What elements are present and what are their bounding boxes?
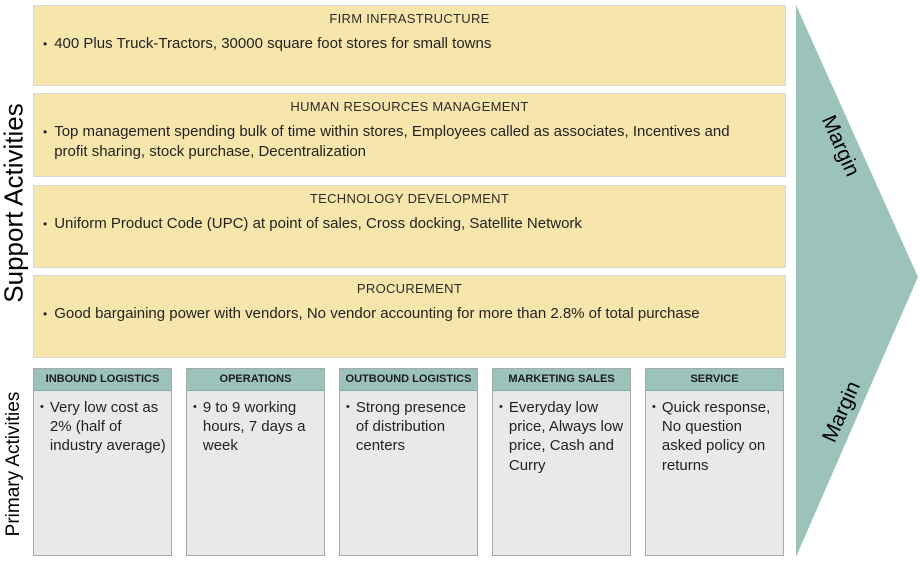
band-bullet-text: Top management spending bulk of time wit… (54, 123, 730, 161)
band-technology-development: TECHNOLOGY DEVELOPMENT • Uniform Product… (33, 185, 786, 268)
band-title: FIRM INFRASTRUCTURE (329, 11, 490, 26)
column-bullet-text: Quick response, No question asked policy… (661, 399, 771, 474)
bullet-icon: • (43, 37, 48, 51)
column-inbound-logistics: INBOUND LOGISTICS • Very low cost as 2% … (33, 368, 172, 556)
primary-activities-axis-label: Primary Activities (3, 391, 24, 537)
bullet-row: • Everyday low price, Always low price, … (493, 398, 630, 475)
bullet-row: • Quick response, No question asked poli… (646, 398, 783, 475)
column-operations: OPERATIONS • 9 to 9 working hours, 7 day… (186, 368, 325, 556)
bullet-row: • Very low cost as 2% (half of industry … (34, 398, 171, 456)
bullet-icon: • (499, 401, 503, 413)
column-bullet-text: Very low cost as 2% (half of industry av… (49, 399, 166, 455)
value-chain-diagram: Support Activities Primary Activities FI… (0, 0, 920, 561)
column-bullet-text: 9 to 9 working hours, 7 days a week (202, 399, 306, 455)
column-marketing-sales: MARKETING SALES • Everyday low price, Al… (492, 368, 631, 556)
band-firm-infrastructure: FIRM INFRASTRUCTURE • 400 Plus Truck-Tra… (33, 5, 786, 86)
band-procurement: PROCUREMENT • Good bargaining power with… (33, 275, 786, 358)
band-title: HUMAN RESOURCES MANAGEMENT (290, 99, 529, 114)
bullet-icon: • (43, 217, 48, 231)
band-human-resources-management: HUMAN RESOURCES MANAGEMENT • Top managem… (33, 93, 786, 177)
bullet-icon: • (652, 401, 656, 413)
band-bullet-text: Good bargaining power with vendors, No v… (54, 305, 700, 322)
bullet-row: • Uniform Product Code (UPC) at point of… (34, 214, 785, 234)
band-title: TECHNOLOGY DEVELOPMENT (309, 191, 510, 206)
bullet-row: • Strong presence of distribution center… (340, 398, 477, 456)
column-service: SERVICE • Quick response, No question as… (645, 368, 784, 556)
support-activities-axis-label: Support Activities (0, 103, 29, 303)
bullet-icon: • (40, 401, 44, 413)
bullet-icon: • (43, 125, 48, 139)
bullet-icon: • (193, 401, 197, 413)
column-header: OPERATIONS (187, 369, 324, 391)
column-bullet-text: Everyday low price, Always low price, Ca… (508, 399, 624, 474)
bullet-row: • 400 Plus Truck-Tractors, 30000 square … (34, 34, 785, 54)
band-bullet-text: Uniform Product Code (UPC) at point of s… (54, 215, 582, 232)
bullet-icon: • (43, 307, 48, 321)
margin-arrow-icon (796, 5, 918, 557)
band-title: PROCUREMENT (356, 281, 463, 296)
column-bullet-text: Strong presence of distribution centers (355, 399, 466, 455)
bullet-icon: • (346, 401, 350, 413)
column-header: OUTBOUND LOGISTICS (340, 369, 477, 391)
column-header: SERVICE (646, 369, 783, 391)
column-outbound-logistics: OUTBOUND LOGISTICS • Strong presence of … (339, 368, 478, 556)
bullet-row: • Top management spending bulk of time w… (34, 122, 785, 163)
bullet-row: • 9 to 9 working hours, 7 days a week (187, 398, 324, 456)
band-bullet-text: 400 Plus Truck-Tractors, 30000 square fo… (54, 35, 492, 52)
column-header: MARKETING SALES (493, 369, 630, 391)
bullet-row: • Good bargaining power with vendors, No… (34, 304, 785, 324)
column-header: INBOUND LOGISTICS (34, 369, 171, 391)
